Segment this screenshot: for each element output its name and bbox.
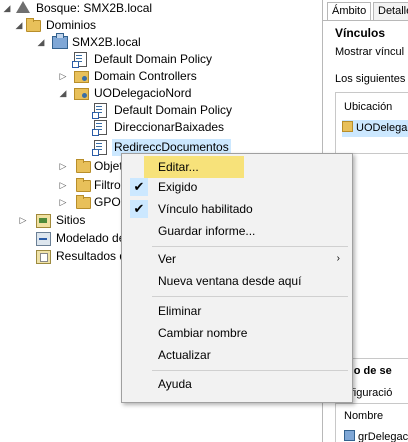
tree-label: GPO [94,195,121,209]
following-text: Los siguientes s [335,73,408,85]
column-header-location[interactable]: Ubicación [344,101,392,113]
expand-arrow-icon[interactable]: ▷ [18,212,28,229]
tab-details[interactable]: Detalle [373,2,408,20]
menu-item-label: Vínculo habilitado [158,202,253,216]
context-menu: Editar... ✔ Exigido ✔ Vínculo habilitado… [121,153,353,403]
gpo-link-icon [92,120,107,136]
tree-node-forest[interactable]: ◢ Bosque: SMX2B.local [0,0,320,17]
tree-node-sites[interactable]: ▷ Sitios [0,212,120,229]
tree-node-gpo-direccionar[interactable]: DireccionarBaixades [0,119,320,136]
expand-arrow-icon[interactable]: ▷ [58,158,68,175]
column-header-name[interactable]: Nombre [344,410,383,422]
tree-label: UODelegacioNord [94,86,192,100]
collapse-arrow-icon[interactable]: ◢ [14,17,24,34]
menu-item-label: Ver [158,252,177,266]
tree-node-default-domain-policy[interactable]: Default Domain Policy [0,51,320,68]
folder-icon [26,18,41,32]
menu-separator [152,296,348,297]
tree-node-modeling[interactable]: Modelado de [0,230,125,247]
menu-item-view[interactable]: Ver › [124,248,350,270]
tree-label: Sitios [56,213,86,227]
gpo-link-icon [72,52,87,68]
menu-item-label: Cambiar nombre [158,326,248,340]
tree-label: Resultados d [56,249,127,263]
tree-node-results[interactable]: Resultados d [0,248,126,265]
tree-node-ou-default-policy[interactable]: Default Domain Policy [0,102,320,119]
collapse-arrow-icon[interactable]: ◢ [2,0,12,17]
menu-item-refresh[interactable]: Actualizar [124,344,350,366]
ou-icon [74,71,89,83]
gpo-link-icon [92,103,107,119]
tree-label: Objet [94,159,123,173]
tree-node-domain[interactable]: ◢ SMX2B.local [0,33,320,51]
gpo-link-icon [92,140,107,156]
tree-label: Bosque: SMX2B.local [36,1,153,15]
tree-node-gpo[interactable]: ▷ GPO [0,194,121,211]
menu-item-label: Exigido [158,180,198,194]
ou-icon [74,88,89,100]
check-icon: ✔ [130,178,148,196]
menu-item-help[interactable]: Ayuda [124,373,350,395]
tree-label: Domain Controllers [94,69,197,83]
tree-node-domains[interactable]: ◢ Dominios [0,17,320,34]
menu-item-edit[interactable]: Editar... [144,156,244,178]
collapse-arrow-icon[interactable]: ◢ [58,85,68,102]
folder-icon [76,178,91,192]
tree-node-filters[interactable]: ▷ Filtro [0,177,121,194]
menu-item-label: Eliminar [158,304,202,318]
menu-item-save-report[interactable]: Guardar informe... [124,220,350,242]
ou-icon [342,121,353,132]
menu-item-label: Actualizar [158,348,211,362]
tree-label: DireccionarBaixades [114,120,225,134]
menu-item-new-window[interactable]: Nueva ventana desde aquí [124,270,350,292]
links-list[interactable]: Ubicación UODelega [335,92,408,154]
location-value: UODelega [356,122,408,134]
tab-underline [323,20,408,21]
menu-separator [152,246,348,247]
check-icon: ✔ [130,200,148,218]
expand-arrow-icon[interactable]: ▷ [58,68,68,85]
tree-label: Modelado de [56,231,126,245]
menu-item-label: Ayuda [158,377,192,391]
menu-item-enforced[interactable]: ✔ Exigido [124,176,350,198]
menu-item-rename[interactable]: Cambiar nombre [124,322,350,344]
name-value-text: grDelegac [358,431,408,442]
tree-node-objects[interactable]: ▷ Objet [0,158,123,175]
links-title: Vínculos [335,26,386,40]
list-item[interactable]: UODelega [342,120,408,137]
tree-label: Default Domain Policy [114,103,233,117]
menu-item-label: Guardar informe... [158,224,256,238]
tree-label: SMX2B.local [72,35,141,49]
menu-item-label: Editar... [158,160,199,174]
modeling-icon [36,232,51,246]
menu-item-link-enabled[interactable]: ✔ Vínculo habilitado [124,198,350,220]
expand-arrow-icon[interactable]: ▷ [58,177,68,194]
collapse-arrow-icon[interactable]: ◢ [36,34,46,51]
results-icon [36,250,51,264]
group-icon [344,430,355,441]
tree-label: Filtro [94,178,121,192]
filter-list[interactable]: Nombre grDelegac [335,403,408,442]
tree-label: Default Domain Policy [94,52,213,66]
menu-item-delete[interactable]: Eliminar [124,300,350,322]
folder-icon [76,159,91,173]
tree-label: Dominios [46,18,97,32]
show-links-label: Mostrar víncul [335,46,405,58]
tree-node-domain-controllers[interactable]: ▷ Domain Controllers [0,68,320,85]
tree-node-ou[interactable]: ◢ UODelegacioNord [0,85,320,102]
domain-icon [52,33,68,49]
folder-icon [76,195,91,209]
menu-item-label: Nueva ventana desde aquí [158,274,302,288]
sites-icon [36,214,51,228]
menu-separator [152,370,348,371]
expand-arrow-icon[interactable]: ▷ [58,194,68,211]
submenu-arrow-icon: › [336,253,340,264]
name-value[interactable]: grDelegac [344,430,408,442]
tab-scope[interactable]: Ámbito [327,2,372,21]
forest-icon [16,1,30,13]
